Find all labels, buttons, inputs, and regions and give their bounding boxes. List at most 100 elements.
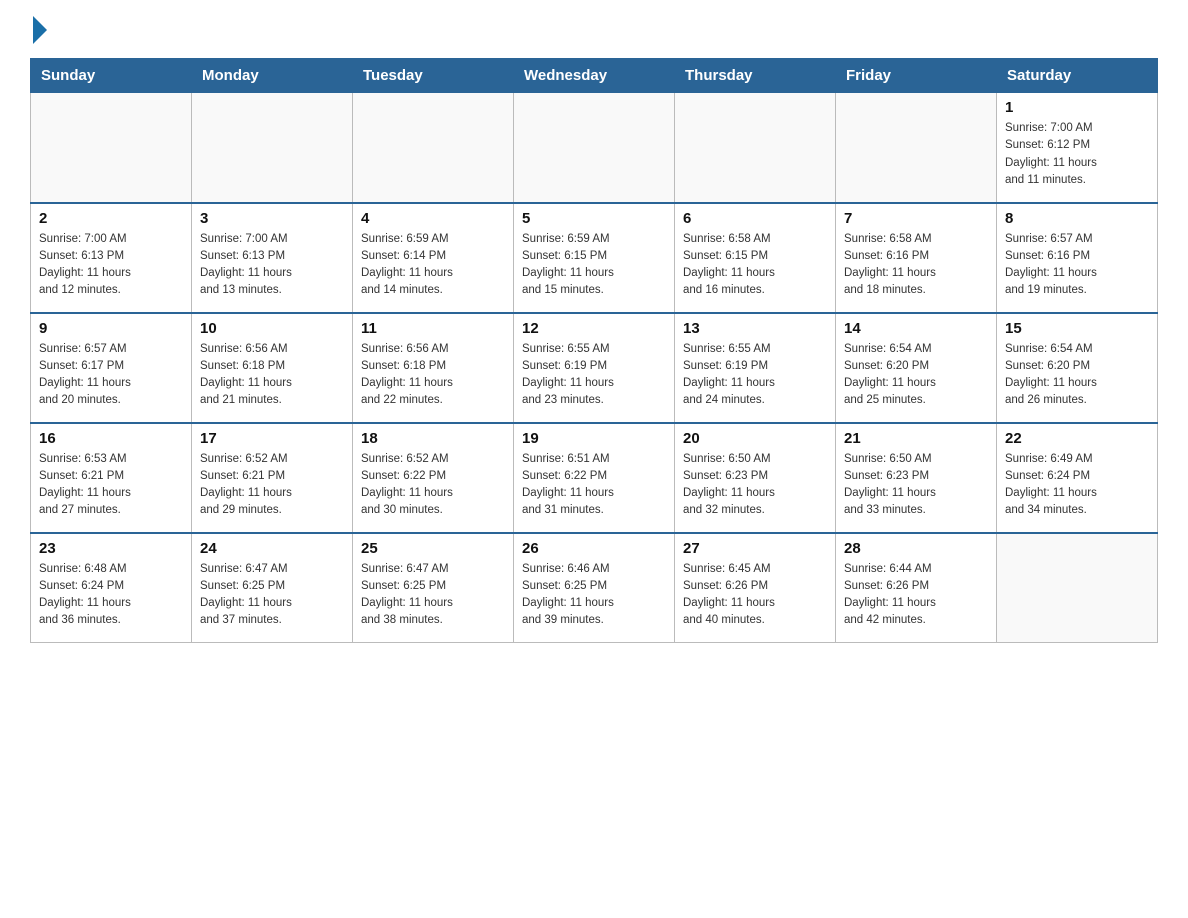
day-info: Sunrise: 6:57 AM Sunset: 6:16 PM Dayligh… [1005,231,1149,300]
day-info: Sunrise: 6:52 AM Sunset: 6:22 PM Dayligh… [361,451,505,520]
day-info: Sunrise: 6:56 AM Sunset: 6:18 PM Dayligh… [361,341,505,410]
calendar-day-cell: 3 Sunrise: 7:00 AM Sunset: 6:13 PM Daylig… [192,203,353,313]
day-info: Sunrise: 6:51 AM Sunset: 6:22 PM Dayligh… [522,451,666,520]
day-info: Sunrise: 7:00 AM Sunset: 6:13 PM Dayligh… [200,231,344,300]
day-number: 27 [683,540,827,557]
day-number: 24 [200,540,344,557]
day-info: Sunrise: 6:57 AM Sunset: 6:17 PM Dayligh… [39,341,183,410]
calendar-day-cell: 4 Sunrise: 6:59 AM Sunset: 6:14 PM Daylig… [353,203,514,313]
day-info: Sunrise: 6:59 AM Sunset: 6:15 PM Dayligh… [522,231,666,300]
day-number: 5 [522,210,666,227]
calendar-day-cell: 16Sunrise: 6:53 AM Sunset: 6:21 PM Dayli… [31,423,192,533]
day-info: Sunrise: 6:53 AM Sunset: 6:21 PM Dayligh… [39,451,183,520]
calendar-day-cell: 13 Sunrise: 6:55 AM Sunset: 6:19 PM Dayli… [675,313,836,423]
day-number: 4 [361,210,505,227]
day-number: 1 [1005,99,1149,116]
calendar-header-row: SundayMondayTuesdayWednesdayThursdayFrid… [31,59,1158,93]
day-of-week-header: Sunday [31,59,192,93]
day-number: 19 [522,430,666,447]
day-info: Sunrise: 6:58 AM Sunset: 6:15 PM Dayligh… [683,231,827,300]
day-number: 7 [844,210,988,227]
day-number: 2 [39,210,183,227]
day-number: 28 [844,540,988,557]
logo-arrow-icon [33,16,47,44]
day-number: 23 [39,540,183,557]
day-info: Sunrise: 6:50 AM Sunset: 6:23 PM Dayligh… [844,451,988,520]
calendar-day-cell: 24 Sunrise: 6:47 AM Sunset: 6:25 PM Dayli… [192,533,353,643]
logo [30,20,47,40]
calendar-day-cell: 28Sunrise: 6:44 AM Sunset: 6:26 PM Dayli… [836,533,997,643]
day-info: Sunrise: 6:52 AM Sunset: 6:21 PM Dayligh… [200,451,344,520]
calendar-table: SundayMondayTuesdayWednesdayThursdayFrid… [30,58,1158,643]
calendar-day-cell [836,93,997,203]
calendar-day-cell [675,93,836,203]
day-info: Sunrise: 7:00 AM Sunset: 6:12 PM Dayligh… [1005,120,1149,189]
day-number: 9 [39,320,183,337]
calendar-day-cell [192,93,353,203]
calendar-day-cell: 18 Sunrise: 6:52 AM Sunset: 6:22 PM Dayli… [353,423,514,533]
calendar-day-cell: 26 Sunrise: 6:46 AM Sunset: 6:25 PM Dayli… [514,533,675,643]
calendar-day-cell: 22 Sunrise: 6:49 AM Sunset: 6:24 PM Dayli… [997,423,1158,533]
calendar-day-cell: 5 Sunrise: 6:59 AM Sunset: 6:15 PM Daylig… [514,203,675,313]
calendar-week-row: 1 Sunrise: 7:00 AM Sunset: 6:12 PM Daylig… [31,93,1158,203]
calendar-day-cell: 17 Sunrise: 6:52 AM Sunset: 6:21 PM Dayli… [192,423,353,533]
calendar-day-cell: 11 Sunrise: 6:56 AM Sunset: 6:18 PM Dayli… [353,313,514,423]
day-info: Sunrise: 6:49 AM Sunset: 6:24 PM Dayligh… [1005,451,1149,520]
day-number: 15 [1005,320,1149,337]
calendar-day-cell: 21 Sunrise: 6:50 AM Sunset: 6:23 PM Dayli… [836,423,997,533]
calendar-day-cell [997,533,1158,643]
calendar-day-cell: 2 Sunrise: 7:00 AM Sunset: 6:13 PM Daylig… [31,203,192,313]
day-number: 6 [683,210,827,227]
calendar-day-cell: 15 Sunrise: 6:54 AM Sunset: 6:20 PM Dayli… [997,313,1158,423]
day-number: 21 [844,430,988,447]
day-of-week-header: Tuesday [353,59,514,93]
day-info: Sunrise: 6:59 AM Sunset: 6:14 PM Dayligh… [361,231,505,300]
day-number: 18 [361,430,505,447]
day-info: Sunrise: 6:50 AM Sunset: 6:23 PM Dayligh… [683,451,827,520]
calendar-day-cell: 8 Sunrise: 6:57 AM Sunset: 6:16 PM Daylig… [997,203,1158,313]
calendar-week-row: 16Sunrise: 6:53 AM Sunset: 6:21 PM Dayli… [31,423,1158,533]
day-number: 17 [200,430,344,447]
day-number: 3 [200,210,344,227]
calendar-day-cell: 19 Sunrise: 6:51 AM Sunset: 6:22 PM Dayli… [514,423,675,533]
day-info: Sunrise: 6:45 AM Sunset: 6:26 PM Dayligh… [683,561,827,630]
day-info: Sunrise: 6:55 AM Sunset: 6:19 PM Dayligh… [683,341,827,410]
day-number: 26 [522,540,666,557]
day-of-week-header: Friday [836,59,997,93]
day-info: Sunrise: 7:00 AM Sunset: 6:13 PM Dayligh… [39,231,183,300]
calendar-week-row: 23Sunrise: 6:48 AM Sunset: 6:24 PM Dayli… [31,533,1158,643]
calendar-day-cell: 6 Sunrise: 6:58 AM Sunset: 6:15 PM Daylig… [675,203,836,313]
day-number: 10 [200,320,344,337]
calendar-day-cell: 20 Sunrise: 6:50 AM Sunset: 6:23 PM Dayli… [675,423,836,533]
day-number: 11 [361,320,505,337]
day-number: 20 [683,430,827,447]
day-info: Sunrise: 6:58 AM Sunset: 6:16 PM Dayligh… [844,231,988,300]
calendar-day-cell: 7 Sunrise: 6:58 AM Sunset: 6:16 PM Daylig… [836,203,997,313]
day-info: Sunrise: 6:47 AM Sunset: 6:25 PM Dayligh… [200,561,344,630]
day-info: Sunrise: 6:56 AM Sunset: 6:18 PM Dayligh… [200,341,344,410]
day-of-week-header: Saturday [997,59,1158,93]
day-number: 12 [522,320,666,337]
calendar-day-cell: 27 Sunrise: 6:45 AM Sunset: 6:26 PM Dayli… [675,533,836,643]
calendar-day-cell [31,93,192,203]
day-info: Sunrise: 6:54 AM Sunset: 6:20 PM Dayligh… [844,341,988,410]
day-info: Sunrise: 6:46 AM Sunset: 6:25 PM Dayligh… [522,561,666,630]
day-number: 22 [1005,430,1149,447]
day-of-week-header: Wednesday [514,59,675,93]
day-info: Sunrise: 6:54 AM Sunset: 6:20 PM Dayligh… [1005,341,1149,410]
calendar-day-cell: 10 Sunrise: 6:56 AM Sunset: 6:18 PM Dayli… [192,313,353,423]
day-of-week-header: Thursday [675,59,836,93]
day-info: Sunrise: 6:47 AM Sunset: 6:25 PM Dayligh… [361,561,505,630]
calendar-day-cell [514,93,675,203]
day-number: 8 [1005,210,1149,227]
calendar-day-cell [353,93,514,203]
calendar-week-row: 2 Sunrise: 7:00 AM Sunset: 6:13 PM Daylig… [31,203,1158,313]
calendar-day-cell: 9 Sunrise: 6:57 AM Sunset: 6:17 PM Daylig… [31,313,192,423]
day-of-week-header: Monday [192,59,353,93]
day-info: Sunrise: 6:55 AM Sunset: 6:19 PM Dayligh… [522,341,666,410]
day-number: 25 [361,540,505,557]
day-number: 13 [683,320,827,337]
day-number: 14 [844,320,988,337]
page-header [30,20,1158,40]
calendar-week-row: 9 Sunrise: 6:57 AM Sunset: 6:17 PM Daylig… [31,313,1158,423]
